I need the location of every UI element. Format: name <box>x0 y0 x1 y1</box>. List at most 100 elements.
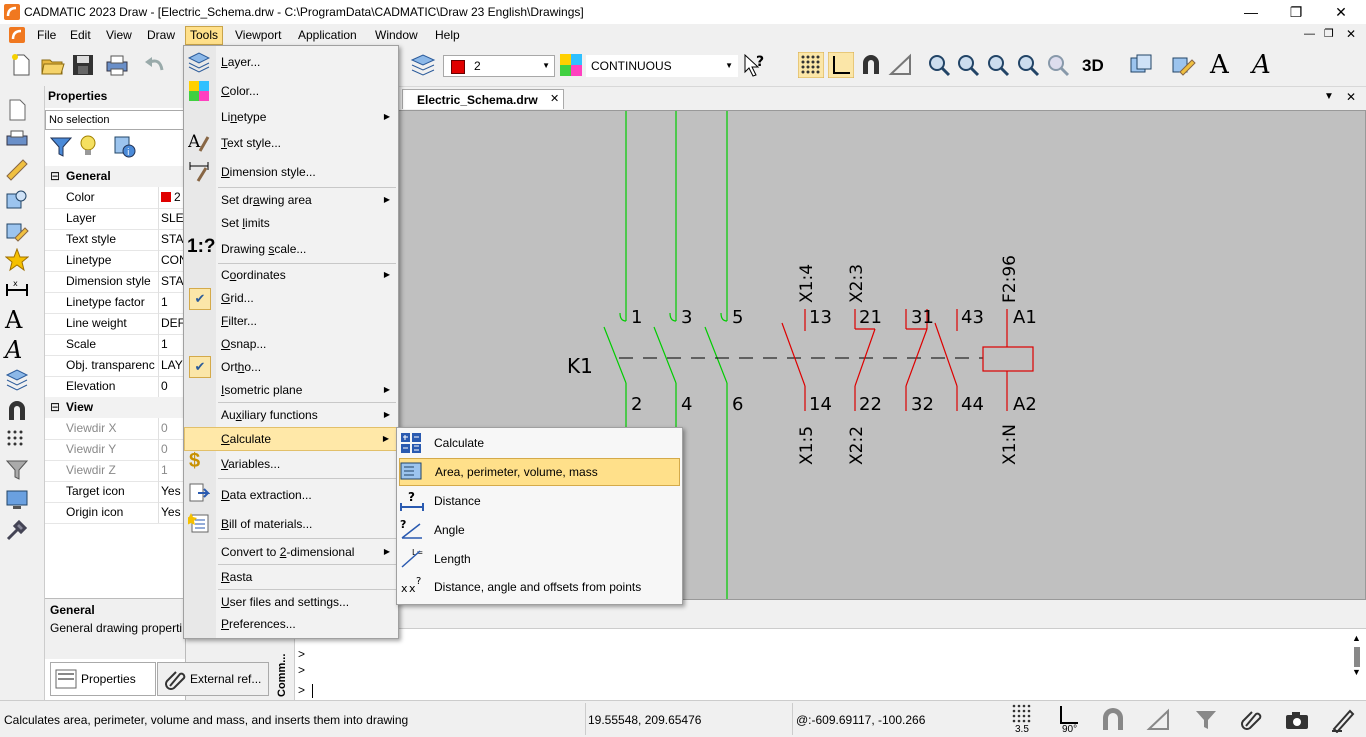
filter-icon[interactable] <box>49 136 73 158</box>
menu-edit[interactable]: Edit <box>66 27 95 44</box>
scroll-up-icon[interactable]: ▲ <box>1352 633 1361 643</box>
osnap-status-icon[interactable] <box>1100 707 1126 731</box>
grid-status-icon[interactable] <box>1010 703 1034 725</box>
prop-row-linetype[interactable]: Linetype CON <box>45 250 188 272</box>
doc-close-icon[interactable]: ✕ <box>1346 27 1356 41</box>
menu-item-variables[interactable]: Variables... <box>184 453 398 475</box>
linetype-color-icon[interactable] <box>560 54 582 76</box>
menu-item-auxiliary-functions[interactable]: Auxiliary functions ▶ <box>184 404 398 426</box>
menu-file[interactable]: File <box>33 27 60 44</box>
edit-viewport-icon[interactable] <box>1170 52 1196 78</box>
section-view[interactable]: ⊟ View <box>45 397 185 418</box>
grid-icon[interactable] <box>5 428 29 452</box>
doc-tab-electric-schema[interactable]: Electric_Schema.drw ✕ <box>402 89 564 109</box>
menu-item-calculate[interactable]: Calculate ▶ <box>184 427 398 451</box>
whats-this-icon[interactable]: ? <box>742 52 768 78</box>
tab-list-chevron-icon[interactable]: ▼ <box>1324 91 1334 102</box>
prop-row-linetype-factor[interactable]: Linetype factor 1 <box>45 292 185 314</box>
menu-item-dimension-style[interactable]: Dimension style... <box>184 161 398 183</box>
markup-pen-icon[interactable] <box>1330 707 1356 733</box>
print-icon[interactable] <box>104 52 130 78</box>
menu-item-grid[interactable]: Grid... <box>184 287 398 309</box>
menu-item-bill-of-materials[interactable]: Bill of materials... <box>184 513 398 535</box>
menu-view[interactable]: View <box>102 27 136 44</box>
menu-item-text-style[interactable]: Text style... <box>184 132 398 154</box>
menu-item-color[interactable]: Color... <box>184 80 398 102</box>
command-input[interactable] <box>312 684 313 698</box>
collapse-icon[interactable]: ⊟ <box>50 397 60 418</box>
menu-application[interactable]: Application <box>294 27 361 44</box>
edit-text-icon[interactable]: A <box>1252 50 1271 80</box>
new-file-icon[interactable] <box>8 52 34 78</box>
zoom-all-icon[interactable] <box>1045 52 1071 78</box>
minimize-button[interactable]: — <box>1228 0 1274 24</box>
transform-icon[interactable] <box>5 218 29 242</box>
selection-combo[interactable]: No selection <box>45 110 188 130</box>
menu-item-rasta[interactable]: Rasta <box>184 566 398 588</box>
close-button[interactable]: ✕ <box>1318 0 1364 24</box>
collapse-icon[interactable]: ⊟ <box>50 166 60 187</box>
submenu-item-area-perimeter[interactable]: Area, perimeter, volume, mass <box>399 458 680 486</box>
color-select[interactable]: 2 ▼ <box>443 55 555 77</box>
prop-row-dimension-style[interactable]: Dimension styleSTAN <box>45 271 188 293</box>
prop-row-layer[interactable]: LayerSLEH <box>45 208 188 230</box>
menu-item-drawing-scale[interactable]: Drawing scale... <box>184 238 398 260</box>
maximize-button[interactable]: ❐ <box>1273 0 1319 24</box>
modify-icon[interactable] <box>5 188 29 212</box>
filter-status-icon[interactable] <box>1194 709 1218 731</box>
object-info-icon[interactable]: i <box>113 135 137 159</box>
doc-minimize-icon[interactable]: — <box>1304 28 1315 40</box>
menu-item-isometric-plane[interactable]: Isometric plane ▶ <box>184 379 398 401</box>
menu-help[interactable]: Help <box>431 27 464 44</box>
menu-item-osnap[interactable]: Osnap... <box>184 333 398 355</box>
osnap-magnet-icon[interactable] <box>5 398 29 422</box>
layers-icon[interactable] <box>410 52 436 78</box>
viewport-icon[interactable] <box>1128 52 1154 78</box>
save-icon[interactable] <box>70 52 96 78</box>
dimension-icon[interactable]: x <box>5 278 29 302</box>
prop-row-transparency[interactable]: Obj. transparenc LAYE <box>45 355 188 377</box>
close-document-icon[interactable]: ✕ <box>1346 90 1356 104</box>
text-tool-icon[interactable]: A <box>1210 50 1229 80</box>
prop-row-text-style[interactable]: Text styleSTAN <box>45 229 188 251</box>
plot-icon[interactable] <box>5 128 29 152</box>
view-3d-button[interactable]: 3D <box>1082 56 1104 76</box>
measure-icon[interactable] <box>5 158 29 182</box>
menu-draw[interactable]: Draw <box>143 27 179 44</box>
prop-row-elevation[interactable]: Elevation 0 <box>45 376 185 398</box>
isometric-status-icon[interactable] <box>1146 707 1172 731</box>
menu-item-layer[interactable]: Layer... <box>184 51 398 73</box>
menu-item-data-extraction[interactable]: Data extraction... <box>184 484 398 506</box>
zoom-window-icon[interactable] <box>926 52 952 78</box>
display-icon[interactable] <box>5 488 29 512</box>
tab-properties[interactable]: Properties <box>50 662 156 696</box>
undo-icon[interactable] <box>142 52 168 78</box>
menu-window[interactable]: Window <box>371 27 422 44</box>
command-scrollbar[interactable]: ▲ ▼ <box>1350 633 1364 679</box>
submenu-item-angle[interactable]: Angle <box>397 517 682 543</box>
scroll-down-icon[interactable]: ▼ <box>1352 667 1361 677</box>
app-menu-icon[interactable] <box>9 27 25 43</box>
grid-toggle-icon[interactable] <box>798 52 824 78</box>
menu-item-convert-2d[interactable]: Convert to 2-dimensional ▶ <box>184 541 398 563</box>
camera-icon[interactable] <box>1284 709 1310 731</box>
menu-item-set-limits[interactable]: Set limits <box>184 212 398 234</box>
prop-row-target-icon[interactable]: Target icon Yes <box>45 481 185 503</box>
menu-item-coordinates[interactable]: Coordinates ▶ <box>184 264 398 286</box>
menu-item-preferences[interactable]: Preferences... <box>184 613 398 635</box>
section-general[interactable]: ⊟ General <box>45 166 185 187</box>
doc-restore-icon[interactable]: ❐ <box>1324 27 1334 40</box>
prop-row-scale[interactable]: Scale 1 <box>45 334 185 356</box>
open-folder-icon[interactable] <box>40 52 66 78</box>
edit-text-icon[interactable]: A <box>5 336 22 364</box>
tools-icon[interactable] <box>5 518 29 542</box>
menu-item-user-files-settings[interactable]: User files and settings... <box>184 591 398 613</box>
close-tab-icon[interactable]: ✕ <box>550 92 559 105</box>
zoom-in-icon[interactable] <box>955 52 981 78</box>
lightbulb-icon[interactable] <box>78 134 102 158</box>
paperclip-status-icon[interactable] <box>1240 708 1264 732</box>
menu-item-filter[interactable]: Filter... <box>184 310 398 332</box>
osnap-magnet-icon[interactable] <box>858 52 884 78</box>
menu-item-set-drawing-area[interactable]: Set drawing area ▶ <box>184 189 398 211</box>
ortho-status-icon[interactable] <box>1056 704 1080 726</box>
